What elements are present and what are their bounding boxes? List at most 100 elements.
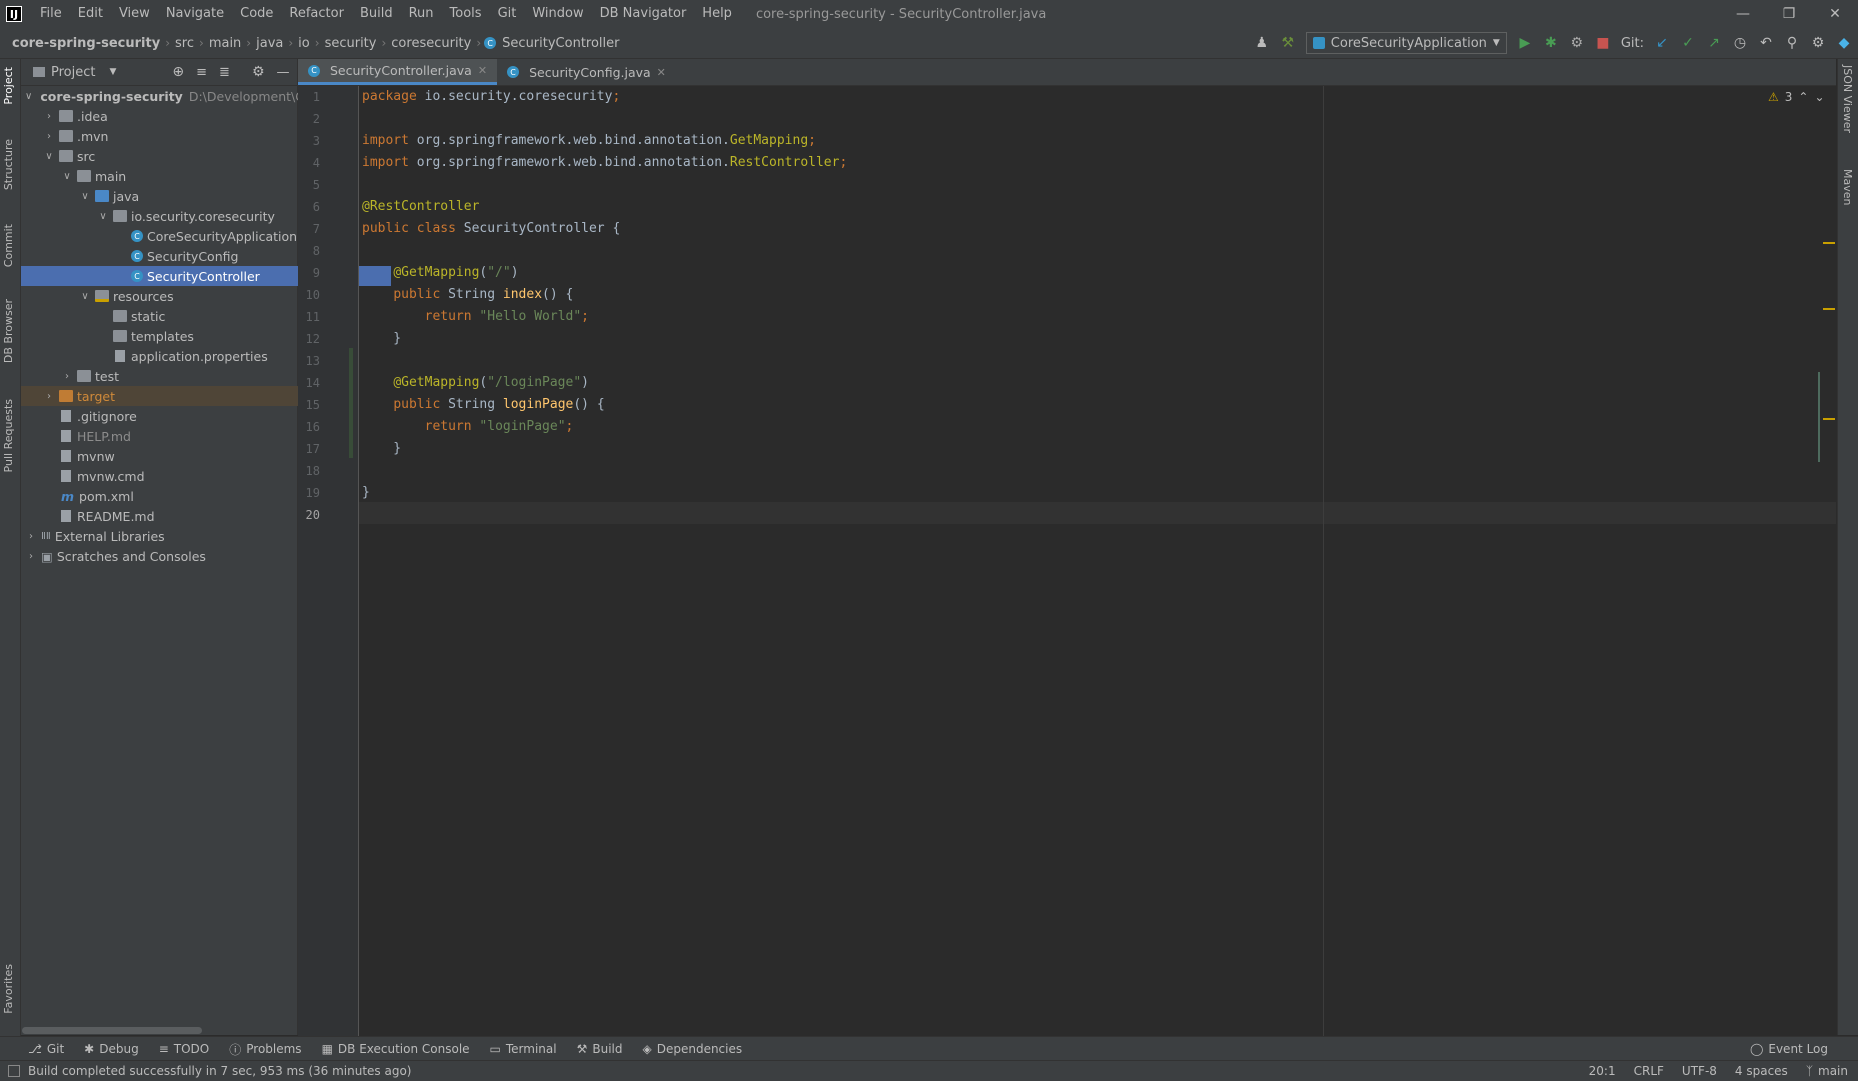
- menu-item-file[interactable]: File: [32, 0, 70, 28]
- restore-icon[interactable]: ❐: [1766, 0, 1812, 28]
- tree-item[interactable]: mvnw: [21, 446, 319, 466]
- menu-item-view[interactable]: View: [111, 0, 158, 28]
- tree-item[interactable]: m pom.xml: [21, 486, 319, 506]
- chevron-right-icon[interactable]: ›: [25, 551, 37, 562]
- tool-tab-project[interactable]: Project: [2, 67, 15, 105]
- stop-icon[interactable]: ■: [1595, 35, 1611, 51]
- hide-panel-icon[interactable]: —: [277, 65, 290, 80]
- ide-update-icon[interactable]: ◆: [1836, 35, 1852, 51]
- tool-tab-json-viewer[interactable]: JSON Viewer: [1841, 65, 1854, 133]
- inspection-widget[interactable]: ⚠ 3 ⌃ ⌄: [1768, 90, 1825, 104]
- tool-tab-structure[interactable]: Structure: [2, 139, 15, 190]
- git-update-icon[interactable]: ↙: [1654, 35, 1670, 51]
- tool-tab-favorites[interactable]: Favorites: [2, 964, 15, 1014]
- menu-item-run[interactable]: Run: [401, 0, 442, 28]
- menu-item-help[interactable]: Help: [694, 0, 740, 28]
- chevron-down-icon[interactable]: ∨: [97, 211, 109, 222]
- tool-tab-db-execution-console[interactable]: ▦ DB Execution Console: [312, 1041, 480, 1058]
- tree-item[interactable]: ∨ main: [21, 166, 337, 186]
- close-window-icon[interactable]: ✕: [1812, 0, 1858, 28]
- menu-item-db-navigator[interactable]: DB Navigator: [592, 0, 695, 28]
- menu-item-git[interactable]: Git: [490, 0, 525, 28]
- tree-item[interactable]: ∨ core-spring-security D:\Development\G: [21, 86, 305, 106]
- tool-tab-pull-requests[interactable]: Pull Requests: [2, 399, 15, 472]
- tree-item[interactable]: README.md: [21, 506, 319, 526]
- project-view-selector[interactable]: Project: [51, 65, 95, 80]
- menu-item-navigate[interactable]: Navigate: [158, 0, 232, 28]
- tree-item[interactable]: › .mvn: [21, 126, 319, 146]
- breadcrumb-item[interactable]: coresecurity: [389, 36, 473, 51]
- indent-setting[interactable]: 4 spaces: [1735, 1064, 1788, 1078]
- menu-item-build[interactable]: Build: [352, 0, 401, 28]
- breadcrumb-item[interactable]: main: [207, 36, 243, 51]
- close-tab-icon[interactable]: ✕: [657, 66, 666, 79]
- locate-target-icon[interactable]: ⊕: [172, 64, 184, 80]
- line-separator[interactable]: CRLF: [1634, 1064, 1664, 1078]
- menu-item-window[interactable]: Window: [524, 0, 591, 28]
- chevron-right-icon[interactable]: ›: [43, 391, 55, 402]
- chevron-right-icon[interactable]: ›: [43, 131, 55, 142]
- search-icon[interactable]: ⚲: [1784, 35, 1800, 51]
- tab-securitycontroller[interactable]: C SecurityController.java ✕: [298, 59, 498, 85]
- breadcrumb-item[interactable]: core-spring-security: [10, 36, 162, 51]
- tree-item[interactable]: › ▣ Scratches and Consoles: [21, 546, 301, 566]
- coverage-icon[interactable]: ⚙: [1569, 35, 1585, 51]
- build-hammer-icon[interactable]: ⚒: [1280, 35, 1296, 51]
- tool-tab-db-browser[interactable]: DB Browser: [2, 299, 15, 363]
- tool-tab-terminal[interactable]: ▭ Terminal: [480, 1041, 567, 1058]
- history-icon[interactable]: ◷: [1732, 35, 1748, 51]
- tab-securityconfig[interactable]: C SecurityConfig.java ✕: [497, 59, 676, 85]
- run-config-select[interactable]: CoreSecurityApplication ▼: [1305, 32, 1507, 54]
- menu-item-refactor[interactable]: Refactor: [281, 0, 352, 28]
- close-tab-icon[interactable]: ✕: [478, 64, 487, 77]
- tool-tab-commit[interactable]: Commit: [2, 224, 15, 267]
- expand-all-icon[interactable]: ≡: [196, 65, 207, 80]
- menu-item-edit[interactable]: Edit: [70, 0, 111, 28]
- tree-item[interactable]: mvnw.cmd: [21, 466, 319, 486]
- git-branch-widget[interactable]: ᛉ main: [1806, 1064, 1848, 1078]
- chevron-down-icon[interactable]: ∨: [79, 291, 91, 302]
- caret-position[interactable]: 20:1: [1589, 1064, 1616, 1078]
- tool-tab-debug[interactable]: ✱ Debug: [74, 1041, 149, 1058]
- warning-stripe[interactable]: [1823, 418, 1835, 420]
- event-log-button[interactable]: ◯ Event Log: [1740, 1042, 1838, 1056]
- chevron-down-icon[interactable]: ⌄: [1814, 90, 1824, 104]
- rollback-icon[interactable]: ↶: [1758, 35, 1774, 51]
- breadcrumb-item[interactable]: io: [296, 36, 312, 51]
- breadcrumb-item[interactable]: security: [323, 36, 379, 51]
- tool-tab-build[interactable]: ⚒ Build: [567, 1041, 633, 1058]
- chevron-down-icon[interactable]: ∨: [61, 171, 73, 182]
- tree-item[interactable]: › test: [21, 366, 337, 386]
- breadcrumb-item[interactable]: java: [254, 36, 285, 51]
- chevron-down-icon[interactable]: ∨: [43, 151, 55, 162]
- horizontal-scrollbar[interactable]: [22, 1027, 202, 1034]
- file-encoding[interactable]: UTF-8: [1682, 1064, 1717, 1078]
- chevron-up-icon[interactable]: ⌃: [1798, 90, 1808, 104]
- toggle-tool-windows-icon[interactable]: [8, 1065, 20, 1077]
- tree-item[interactable]: › ⅡⅡ External Libraries: [21, 526, 301, 546]
- tree-item[interactable]: › target: [21, 386, 319, 406]
- tree-item[interactable]: HELP.md: [21, 426, 319, 446]
- chevron-down-icon[interactable]: ∨: [25, 91, 32, 102]
- chevron-right-icon[interactable]: ›: [61, 371, 73, 382]
- tool-tab-maven[interactable]: Maven: [1841, 169, 1854, 205]
- tool-tab-todo[interactable]: ≡ TODO: [149, 1041, 220, 1058]
- git-push-icon[interactable]: ↗: [1706, 35, 1722, 51]
- run-icon[interactable]: ▶: [1517, 35, 1533, 51]
- chevron-down-icon[interactable]: ∨: [79, 191, 91, 202]
- tool-tab-git[interactable]: ⎇ Git: [18, 1041, 74, 1058]
- collapse-all-icon[interactable]: ≣: [219, 65, 230, 80]
- chevron-right-icon[interactable]: ›: [43, 111, 55, 122]
- tool-tab-dependencies[interactable]: ◈ Dependencies: [632, 1041, 752, 1058]
- tree-item[interactable]: ∨ src: [21, 146, 319, 166]
- panel-settings-gear-icon[interactable]: ⚙: [252, 64, 265, 80]
- chevron-right-icon[interactable]: ›: [25, 531, 37, 542]
- warning-stripe[interactable]: [1823, 242, 1835, 244]
- tree-item[interactable]: › .idea: [21, 106, 319, 126]
- git-commit-icon[interactable]: ✓: [1680, 35, 1696, 51]
- breadcrumb-item[interactable]: SecurityController: [500, 36, 621, 51]
- debug-icon[interactable]: ✱: [1543, 35, 1559, 51]
- menu-item-tools[interactable]: Tools: [442, 0, 490, 28]
- minimize-icon[interactable]: —: [1720, 0, 1766, 28]
- breadcrumb-item[interactable]: src: [173, 36, 196, 51]
